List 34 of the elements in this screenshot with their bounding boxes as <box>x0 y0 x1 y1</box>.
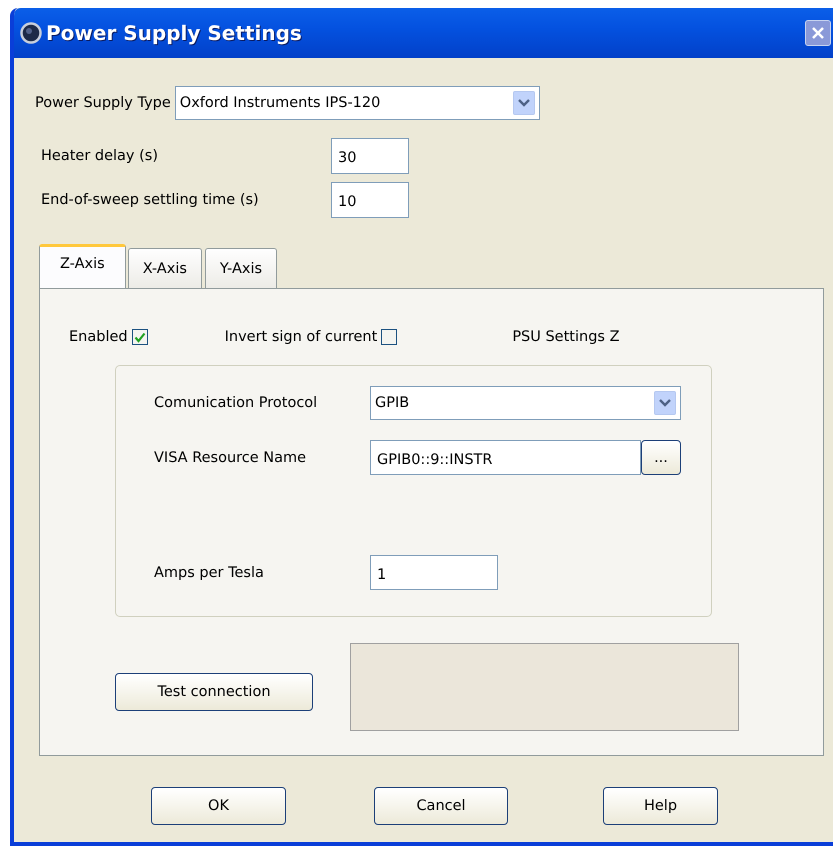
resource-name-field[interactable]: GPIB0::9::INSTR <box>370 440 641 475</box>
close-button[interactable] <box>805 20 831 46</box>
checkbox-label: Invert sign of current <box>224 329 378 345</box>
dropdown-button[interactable] <box>654 391 676 415</box>
close-icon <box>810 25 826 41</box>
checkbox[interactable] <box>132 329 148 345</box>
dialog-button[interactable]: OK <box>151 787 286 825</box>
section-label: PSU Settings Z <box>512 329 620 345</box>
number-field[interactable]: 1 <box>370 555 498 590</box>
checkbox[interactable] <box>381 329 398 345</box>
dialog-button[interactable]: Help <box>603 787 718 825</box>
chevron-down-icon <box>659 399 671 407</box>
dropdown-button[interactable] <box>512 91 535 115</box>
checkmark-icon <box>134 332 146 342</box>
window-title: Power Supply Settings <box>46 21 302 45</box>
field-label: Heater delay (s) <box>41 148 159 164</box>
number-field[interactable]: 10 <box>331 182 409 218</box>
field-label: End-of-sweep settling time (s) <box>41 192 260 208</box>
browse-button[interactable]: ... <box>641 440 681 475</box>
field-label: Comunication Protocol <box>154 395 318 411</box>
app-icon <box>20 22 42 44</box>
field-label: Power Supply Type <box>35 95 171 111</box>
power-supply-type-dropdown[interactable]: Oxford Instruments IPS-120 <box>174 86 540 120</box>
field-label: VISA Resource Name <box>154 450 308 466</box>
test-connection-button[interactable]: Test connection <box>115 673 313 711</box>
tab[interactable]: Y-Axis <box>204 248 278 288</box>
field-label: Amps per Tesla <box>154 564 265 580</box>
tab[interactable]: Z-Axis <box>39 244 126 288</box>
chevron-down-icon <box>518 99 530 107</box>
checkbox-label: Enabled <box>69 329 128 345</box>
dialog-button[interactable]: Cancel <box>374 787 508 825</box>
tab[interactable]: X-Axis <box>128 248 202 288</box>
protocol-dropdown[interactable]: GPIB <box>370 386 681 420</box>
number-field[interactable]: 30 <box>331 138 409 174</box>
